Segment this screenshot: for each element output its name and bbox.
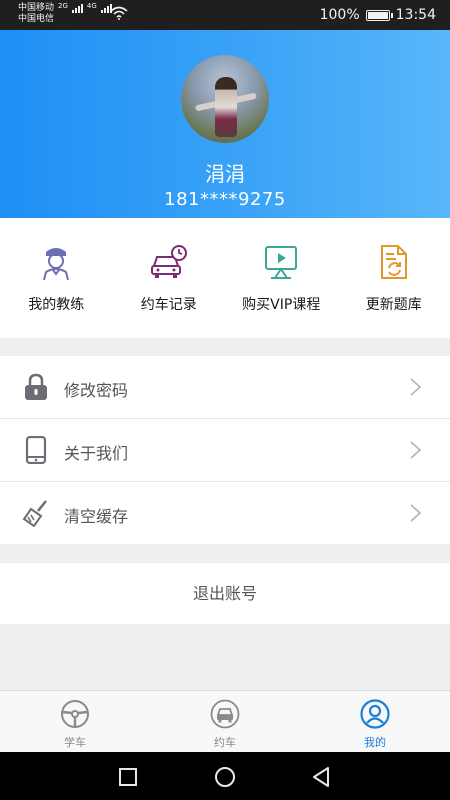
update-questions-button[interactable]: 更新题库: [338, 218, 450, 338]
bottom-tab-bar: 学车 约车 我的: [0, 690, 450, 753]
my-coach-label: 我的教练: [28, 297, 85, 313]
menu-item-label: 关于我们: [64, 444, 129, 463]
menu-item-label: 修改密码: [64, 381, 129, 400]
lock-icon: [25, 373, 47, 400]
network-type-1: 2G: [58, 2, 68, 10]
phone-number: 181****9275: [164, 189, 286, 210]
phone-device-icon: [25, 436, 47, 464]
signal-icon: [71, 4, 83, 13]
carrier-info: 中国移动 2G 4G 中国电信: [18, 2, 112, 25]
chevron-right-icon: [410, 504, 422, 522]
tab-book-car[interactable]: 约车: [150, 691, 300, 753]
system-navigation-bar: [0, 752, 450, 800]
logout-button[interactable]: 退出账号: [0, 563, 450, 624]
username: 涓涓: [205, 162, 245, 186]
broom-icon: [22, 500, 47, 527]
recents-button[interactable]: [117, 766, 139, 788]
network-type-2: 4G: [86, 2, 97, 10]
carrier-1: 中国移动: [18, 3, 55, 13]
my-coach-button[interactable]: 我的教练: [0, 218, 113, 338]
buy-vip-label: 购买VIP课程: [242, 297, 321, 313]
car-clock-icon: [150, 245, 187, 278]
menu-item-change-password[interactable]: 修改密码: [0, 356, 450, 419]
booking-records-button[interactable]: 约车记录: [113, 218, 226, 338]
battery-icon: [365, 9, 393, 21]
clock: 13:54: [395, 7, 436, 23]
chevron-right-icon: [410, 378, 422, 396]
carrier-2: 中国电信: [18, 14, 55, 24]
chevron-right-icon: [410, 441, 422, 459]
tab-mine[interactable]: 我的: [300, 691, 450, 753]
quick-actions: 我的教练 约车记录 购买VIP课程 更新题库: [0, 218, 450, 338]
refresh-document-icon: [380, 245, 407, 279]
tab-label: 约车: [214, 736, 236, 749]
menu-item-clear-cache[interactable]: 清空缓存: [0, 482, 450, 544]
buy-vip-button[interactable]: 购买VIP课程: [225, 218, 338, 338]
tab-learn-driving[interactable]: 学车: [0, 691, 150, 753]
back-button[interactable]: [310, 766, 332, 788]
home-button[interactable]: [214, 766, 236, 788]
avatar[interactable]: [181, 55, 269, 143]
profile-header: 涓涓 181****9275: [0, 30, 450, 218]
wifi-icon: [110, 6, 128, 20]
menu-item-about-us[interactable]: 关于我们: [0, 419, 450, 482]
car-icon: [210, 699, 240, 729]
battery-percent: 100%: [319, 7, 360, 23]
user-icon: [360, 699, 390, 729]
video-course-icon: [265, 246, 298, 279]
menu-item-label: 清空缓存: [64, 507, 129, 526]
booking-records-label: 约车记录: [140, 297, 197, 313]
tab-label: 我的: [364, 736, 386, 749]
settings-menu: 修改密码 关于我们 清空缓存: [0, 356, 450, 544]
tab-label: 学车: [64, 736, 86, 749]
update-questions-label: 更新题库: [365, 297, 422, 313]
steering-wheel-icon: [61, 700, 89, 728]
status-bar: 中国移动 2G 4G 中国电信 100% 13:54: [0, 0, 450, 30]
coach-icon: [43, 248, 70, 281]
